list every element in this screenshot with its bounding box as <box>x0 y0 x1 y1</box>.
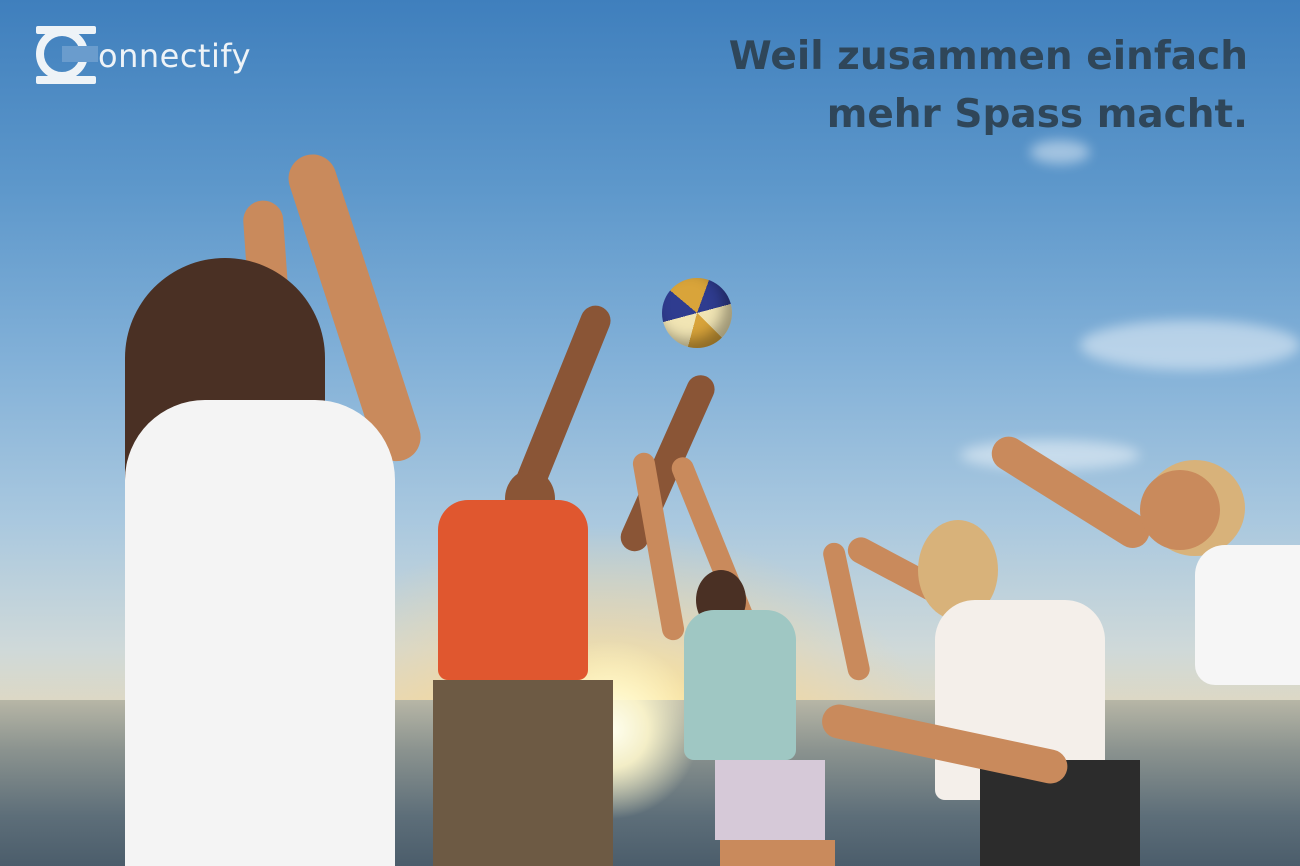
connectify-c-icon <box>36 26 98 84</box>
logo-text: onnectify <box>98 37 251 75</box>
headline: Weil zusammen einfach mehr Spass macht. <box>729 28 1248 144</box>
cloud <box>1080 320 1300 370</box>
headline-line-2: mehr Spass macht. <box>826 92 1248 137</box>
connectify-logo[interactable]: onnectify <box>36 24 251 86</box>
headline-line-1: Weil zusammen einfach <box>728 34 1248 79</box>
volleyball <box>662 278 732 348</box>
